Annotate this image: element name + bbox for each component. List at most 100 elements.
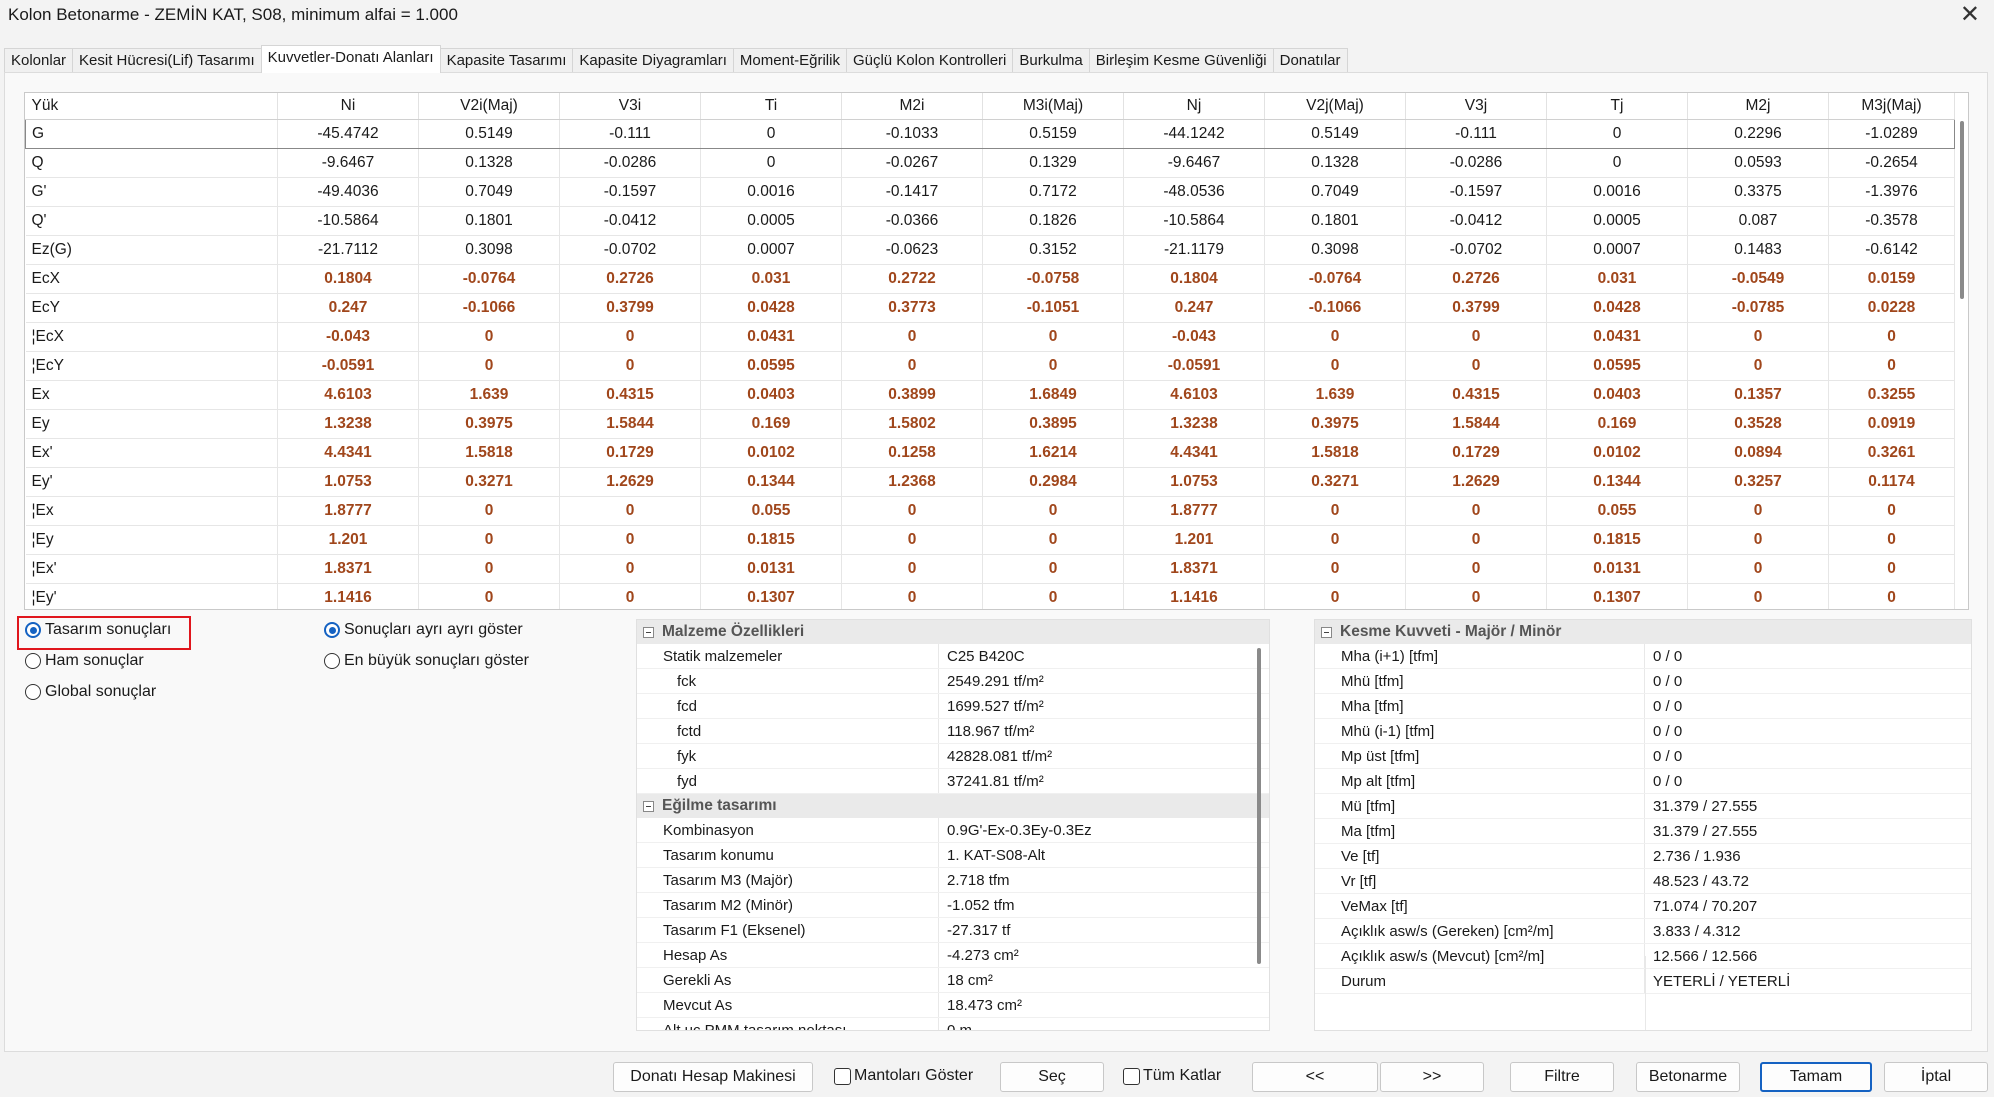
panel-scrollbar[interactable] xyxy=(1257,648,1261,964)
property-row[interactable]: fctd 118.967 tf/m² xyxy=(637,719,1269,744)
property-row[interactable]: Ma [tfm] 31.379 / 27.555 xyxy=(1315,819,1971,844)
column-header[interactable]: Tj xyxy=(1546,93,1688,120)
property-row[interactable]: Tasarım M3 (Majör) 2.718 tfm xyxy=(637,868,1269,893)
tab-10[interactable]: Donatılar xyxy=(1272,48,1348,73)
tab-2[interactable]: Kesit Hücresi(Lif) Tasarımı xyxy=(72,48,262,73)
table-row[interactable]: Q -9.6467 0.1328 -0.0286 0 -0.0267 0.1329 -9.64… xyxy=(25,148,1955,178)
column-header[interactable]: V3i xyxy=(559,93,701,120)
calculator-button[interactable]: Donatı Hesap Makinesi xyxy=(613,1062,813,1092)
section-header[interactable]: Eğilme tasarımı xyxy=(637,794,1269,818)
property-row[interactable]: Alt uç PMM tasarım noktası 0 m xyxy=(637,1018,1269,1030)
table-row[interactable]: ¦Ex' 1.8371 0 0 0.0131 0 0 1.8371 0 0 0.0131 0 0 xyxy=(25,554,1955,584)
table-row[interactable]: Ey' 1.0753 0.3271 1.2629 0.1344 1.2368 0.2984 1… xyxy=(25,467,1955,497)
property-row[interactable]: Hesap As -4.273 cm² xyxy=(637,943,1269,968)
result-type-option-3[interactable]: Global sonuçlar xyxy=(25,683,156,701)
radio-button[interactable] xyxy=(324,653,340,669)
ok-button[interactable]: Tamam xyxy=(1760,1062,1872,1092)
column-header[interactable]: V2i(Maj) xyxy=(418,93,560,120)
property-row[interactable]: Açıklık asw/s (Gereken) [cm²/m] 3.833 / 4… xyxy=(1315,919,1971,944)
tab-3[interactable]: Kuvvetler-Donatı Alanları xyxy=(260,45,441,73)
property-row[interactable]: Açıklık asw/s (Mevcut) [cm²/m] 12.566 / 1… xyxy=(1315,944,1971,969)
column-header[interactable]: M3j(Maj) xyxy=(1828,93,1955,120)
property-row[interactable]: fcd 1699.527 tf/m² xyxy=(637,694,1269,719)
table-row[interactable]: Ex' 4.4341 1.5818 0.1729 0.0102 0.1258 1.6214 4… xyxy=(25,438,1955,468)
close-icon[interactable]: ✕ xyxy=(1960,0,1980,30)
display-mode-option-1[interactable]: Sonuçları ayrı ayrı göster xyxy=(324,621,523,639)
property-row[interactable]: fyk 42828.081 tf/m² xyxy=(637,744,1269,769)
collapse-icon[interactable] xyxy=(643,800,654,812)
radio-button[interactable] xyxy=(324,622,340,638)
property-row[interactable]: Gerekli As 18 cm² xyxy=(637,968,1269,993)
property-row[interactable]: Tasarım F1 (Eksenel) -27.317 tf xyxy=(637,918,1269,943)
property-row[interactable]: Vr [tf] 48.523 / 43.72 xyxy=(1315,869,1971,894)
filter-button[interactable]: Filtre xyxy=(1510,1062,1614,1092)
table-row[interactable]: Ex 4.6103 1.639 0.4315 0.0403 0.3899 1.6849 4.6… xyxy=(25,380,1955,410)
property-row[interactable]: Tasarım konumu 1. KAT-S08-Alt xyxy=(637,843,1269,868)
property-row[interactable]: Mevcut As 18.473 cm² xyxy=(637,993,1269,1018)
section-header[interactable]: Malzeme Özellikleri xyxy=(637,620,1269,644)
table-row[interactable]: G' -49.4036 0.7049 -0.1597 0.0016 -0.1417 0.71… xyxy=(25,177,1955,207)
property-row[interactable]: Mhü (i-1) [tfm] 0 / 0 xyxy=(1315,719,1971,744)
collapse-icon[interactable] xyxy=(1321,626,1332,638)
column-header[interactable]: Nj xyxy=(1123,93,1265,120)
next-button[interactable]: >> xyxy=(1380,1062,1484,1092)
table-row[interactable]: ¦EcX -0.043 0 0 0.0431 0 0 -0.043 0 0 0.0431 0 0 xyxy=(25,322,1955,352)
column-header[interactable]: M2i xyxy=(841,93,983,120)
table-row[interactable]: ¦Ex 1.8777 0 0 0.055 0 0 1.8777 0 0 0.055 0 0 xyxy=(25,496,1955,526)
all-floors-checkbox[interactable]: Tüm Katlar xyxy=(1123,1067,1221,1085)
result-type-option-1[interactable]: Tasarım sonuçları xyxy=(25,621,171,639)
column-header[interactable]: Yük xyxy=(25,93,278,120)
property-row[interactable]: Mp üst [tfm] 0 / 0 xyxy=(1315,744,1971,769)
property-row[interactable]: Durum YETERLİ / YETERLİ xyxy=(1315,969,1971,994)
checkbox-box[interactable] xyxy=(834,1067,851,1085)
table-row[interactable]: ¦Ey' 1.1416 0 0 0.1307 0 0 1.1416 0 0 0.1307 0 0 xyxy=(25,583,1955,609)
column-header[interactable]: M2j xyxy=(1687,93,1829,120)
column-header[interactable]: V2j(Maj) xyxy=(1264,93,1406,120)
select-button[interactable]: Seç xyxy=(1000,1062,1104,1092)
result-type-option-2[interactable]: Ham sonuçlar xyxy=(25,652,144,670)
column-header[interactable]: Ni xyxy=(277,93,419,120)
section-header[interactable]: Kesme Kuvveti - Majör / Minör xyxy=(1315,620,1971,644)
property-row[interactable]: fck 2549.291 tf/m² xyxy=(637,669,1269,694)
property-row[interactable]: Statik malzemeler C25 B420C xyxy=(637,644,1269,669)
checkbox-box[interactable] xyxy=(1123,1067,1140,1085)
table-row[interactable]: G -45.4742 0.5149 -0.111 0 -0.1033 0.5159 -44.1… xyxy=(25,119,1955,149)
table-row[interactable]: Q' -10.5864 0.1801 -0.0412 0.0005 -0.0366 0.18… xyxy=(25,206,1955,236)
tab-9[interactable]: Birleşim Kesme Güvenliği xyxy=(1088,48,1274,73)
table-row[interactable]: EcY 0.247 -0.1066 0.3799 0.0428 0.3773 -0.1051… xyxy=(25,293,1955,323)
property-row[interactable]: Mha (i+1) [tfm] 0 / 0 xyxy=(1315,644,1971,669)
betonarme-button[interactable]: Betonarme xyxy=(1636,1062,1740,1092)
cancel-button[interactable]: İptal xyxy=(1884,1062,1988,1092)
table-row[interactable]: Ez(G) -21.7112 0.3098 -0.0702 0.0007 -0.0623 0… xyxy=(25,235,1955,265)
property-row[interactable]: Mp alt [tfm] 0 / 0 xyxy=(1315,769,1971,794)
property-row[interactable]: Ve [tf] 2.736 / 1.936 xyxy=(1315,844,1971,869)
tab-1[interactable]: Kolonlar xyxy=(4,48,74,73)
table-row[interactable]: ¦EcY -0.0591 0 0 0.0595 0 0 -0.0591 0 0 0.0595 0 0 xyxy=(25,351,1955,381)
grid-scrollbar[interactable] xyxy=(1960,121,1964,299)
property-row[interactable]: Mha [tfm] 0 / 0 xyxy=(1315,694,1971,719)
table-row[interactable]: Ey 1.3238 0.3975 1.5844 0.169 1.5802 0.3895 1.3… xyxy=(25,409,1955,439)
property-row[interactable]: VeMax [tf] 71.074 / 70.207 xyxy=(1315,894,1971,919)
tab-7[interactable]: Güçlü Kolon Kontrolleri xyxy=(845,48,1014,73)
tab-5[interactable]: Kapasite Diyagramları xyxy=(572,48,734,73)
radio-button[interactable] xyxy=(25,622,41,638)
property-row[interactable]: Mhü [tfm] 0 / 0 xyxy=(1315,669,1971,694)
tab-8[interactable]: Burkulma xyxy=(1012,48,1090,73)
property-row[interactable]: Mü [tfm] 31.379 / 27.555 xyxy=(1315,794,1971,819)
column-header[interactable]: V3j xyxy=(1405,93,1547,120)
column-header[interactable]: Ti xyxy=(700,93,842,120)
display-mode-option-2[interactable]: En büyük sonuçları göster xyxy=(324,652,529,670)
table-row[interactable]: ¦Ey 1.201 0 0 0.1815 0 0 1.201 0 0 0.1815 0 0 xyxy=(25,525,1955,555)
collapse-icon[interactable] xyxy=(643,626,654,638)
property-row[interactable]: Tasarım M2 (Minör) -1.052 tfm xyxy=(637,893,1269,918)
property-row[interactable]: Kombinasyon 0.9G'-Ex-0.3Ey-0.3Ez xyxy=(637,818,1269,843)
previous-button[interactable]: << xyxy=(1252,1062,1378,1092)
radio-button[interactable] xyxy=(25,653,41,669)
radio-button[interactable] xyxy=(25,684,41,700)
property-row[interactable]: fyd 37241.81 tf/m² xyxy=(637,769,1269,794)
show-jackets-checkbox[interactable]: Mantoları Göster xyxy=(834,1067,973,1085)
tab-4[interactable]: Kapasite Tasarımı xyxy=(439,48,574,73)
tab-6[interactable]: Moment-Eğrilik xyxy=(732,48,847,73)
forces-grid[interactable]: Yük Ni V2i(Maj) V3i Ti M2i M3i(Maj) Nj V2j(Maj) V… xyxy=(24,92,1969,610)
table-row[interactable]: EcX 0.1804 -0.0764 0.2726 0.031 0.2722 -0.0758… xyxy=(25,264,1955,294)
